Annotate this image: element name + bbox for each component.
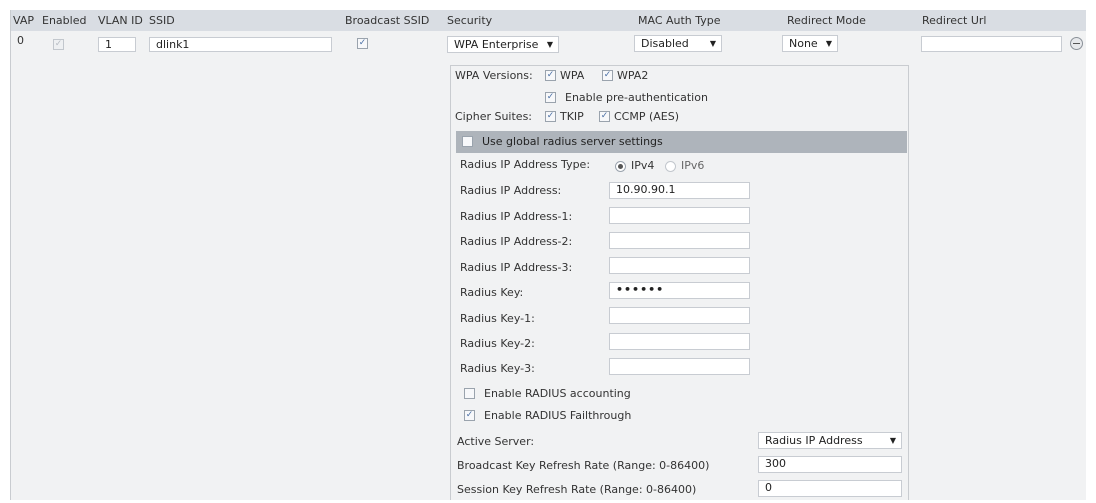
mac-auth-type-value: Disabled [641, 37, 689, 50]
ipv4-label: IPv4 [631, 159, 655, 172]
wpa-label: WPA [560, 69, 585, 82]
active-server-label: Active Server: [457, 435, 535, 448]
security-select-value: WPA Enterprise [454, 38, 539, 51]
broadcast-ssid-checkbox[interactable]: ✓ [357, 38, 368, 49]
radius-ip-type-label: Radius IP Address Type: [460, 158, 591, 171]
header-broadcast-ssid: Broadcast SSID [345, 14, 430, 27]
chevron-down-icon: ▼ [546, 40, 553, 49]
header-vlan-id: VLAN ID [98, 14, 143, 27]
radius-key-1-input[interactable] [609, 307, 750, 324]
header-security: Security [447, 14, 493, 27]
radius-ip-3-label: Radius IP Address-3: [460, 261, 573, 274]
redirect-url-input[interactable] [921, 36, 1062, 52]
mac-auth-type-select[interactable]: Disabled ▼ [634, 35, 722, 52]
ipv4-radio[interactable] [615, 161, 626, 172]
header-vap: VAP [13, 14, 34, 27]
broadcast-key-refresh-label: Broadcast Key Refresh Rate (Range: 0-864… [457, 459, 710, 472]
radius-key-3-label: Radius Key-3: [460, 362, 535, 375]
ccmp-label: CCMP (AES) [614, 110, 680, 123]
wpa-checkbox[interactable]: ✓ [545, 70, 556, 81]
tkip-label: TKIP [560, 110, 584, 123]
active-server-select[interactable]: Radius IP Address ▼ [758, 432, 902, 449]
session-key-refresh-label: Session Key Refresh Rate (Range: 0-86400… [457, 483, 697, 496]
radius-failthrough-checkbox[interactable]: ✓ [464, 410, 475, 421]
header-mac-auth-type: MAC Auth Type [638, 14, 721, 27]
table-left-border [10, 10, 11, 500]
radius-key-3-input[interactable] [609, 358, 750, 375]
preauth-checkbox[interactable]: ✓ [545, 92, 556, 103]
chevron-down-icon: ▼ [825, 39, 832, 48]
radius-key-label: Radius Key: [460, 286, 524, 299]
chevron-down-icon: ▼ [889, 436, 896, 445]
enabled-checkbox[interactable]: ✓ [53, 39, 64, 50]
vap-number: 0 [17, 34, 24, 47]
radius-ip-1-input[interactable] [609, 207, 750, 224]
header-ssid: SSID [149, 14, 175, 27]
header-redirect-mode: Redirect Mode [787, 14, 866, 27]
security-select[interactable]: WPA Enterprise ▼ [447, 36, 559, 53]
radius-ip-2-input[interactable] [609, 232, 750, 249]
cipher-suites-label: Cipher Suites: [455, 110, 533, 123]
ipv6-label: IPv6 [681, 159, 705, 172]
radius-ip-3-input[interactable] [609, 257, 750, 274]
redirect-mode-value: None [789, 37, 818, 50]
redirect-mode-select[interactable]: None ▼ [782, 35, 838, 52]
radius-ip-input[interactable]: 10.90.90.1 [609, 182, 750, 199]
chevron-down-icon: ▼ [709, 39, 716, 48]
radius-key-2-label: Radius Key-2: [460, 337, 535, 350]
broadcast-key-refresh-input[interactable]: 300 [758, 456, 902, 473]
remove-circle-icon[interactable] [1070, 37, 1083, 50]
ssid-input[interactable]: dlink1 [149, 37, 332, 52]
tkip-checkbox[interactable]: ✓ [545, 111, 556, 122]
radius-accounting-label: Enable RADIUS accounting [484, 387, 631, 400]
radius-failthrough-label: Enable RADIUS Failthrough [484, 409, 632, 422]
radius-key-1-label: Radius Key-1: [460, 312, 535, 325]
use-global-radius-checkbox[interactable]: ✓ [462, 136, 473, 147]
session-key-refresh-input[interactable]: 0 [758, 480, 902, 497]
wpa2-checkbox[interactable]: ✓ [602, 70, 613, 81]
use-global-radius-label: Use global radius server settings [482, 135, 663, 148]
wpa-versions-label: WPA Versions: [455, 69, 533, 82]
ipv6-radio[interactable] [665, 161, 676, 172]
radius-key-2-input[interactable] [609, 333, 750, 350]
radius-accounting-checkbox[interactable]: ✓ [464, 388, 475, 399]
preauth-label: Enable pre-authentication [565, 91, 708, 104]
radius-ip-label: Radius IP Address: [460, 184, 562, 197]
ccmp-checkbox[interactable]: ✓ [599, 111, 610, 122]
radius-key-input[interactable]: •••••• [609, 282, 750, 299]
header-enabled: Enabled [42, 14, 87, 27]
header-redirect-url: Redirect Url [922, 14, 987, 27]
radius-ip-1-label: Radius IP Address-1: [460, 210, 573, 223]
vlan-id-input[interactable]: 1 [98, 37, 136, 52]
active-server-value: Radius IP Address [765, 434, 863, 447]
radius-ip-2-label: Radius IP Address-2: [460, 235, 573, 248]
wpa2-label: WPA2 [617, 69, 649, 82]
